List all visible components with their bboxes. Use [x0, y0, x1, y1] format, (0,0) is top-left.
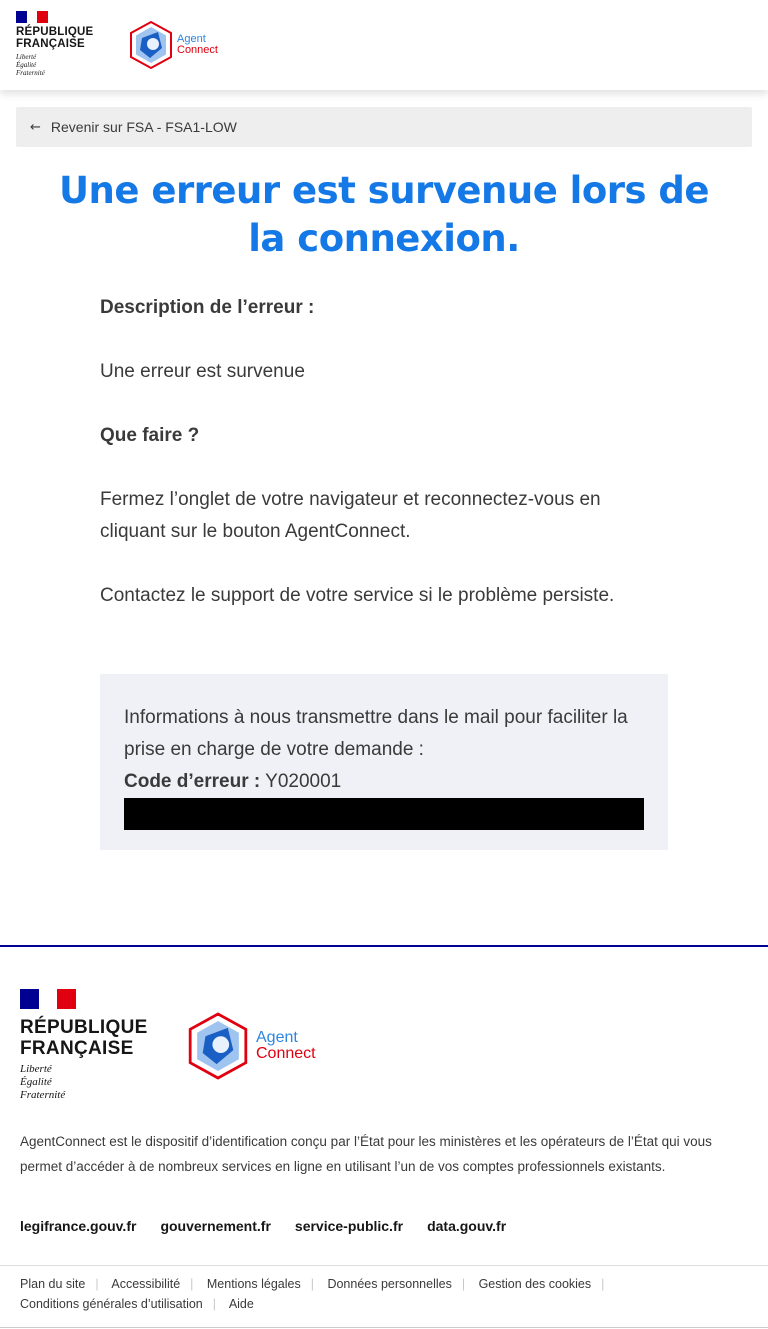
republique-francaise-logo[interactable]: RÉPUBLIQUE FRANÇAISE Liberté Égalité Fra…	[16, 11, 93, 77]
footer-link-accessibilite[interactable]: Accessibilité	[111, 1277, 180, 1291]
footer-divider	[0, 1265, 768, 1266]
footer-republic-motto: Liberté Égalité Fraternité	[20, 1063, 66, 1101]
instruction-contact-support: Contactez le support de votre service si…	[100, 585, 615, 606]
error-code-value: Y020001	[265, 771, 342, 792]
footer-link-donnees-personnelles[interactable]: Données personnelles	[327, 1277, 451, 1291]
footer-republic-name: RÉPUBLIQUE FRANÇAISE	[20, 1017, 148, 1059]
site-header: RÉPUBLIQUE FRANÇAISE Liberté Égalité Fra…	[0, 0, 768, 90]
arrow-left-icon: ←	[30, 119, 41, 135]
page-bottom-border	[0, 1327, 768, 1328]
republic-name: RÉPUBLIQUE FRANÇAISE	[16, 26, 94, 50]
site-footer: RÉPUBLIQUE FRANÇAISE Liberté Égalité Fra…	[0, 945, 768, 1329]
what-to-do-heading: Que faire ?	[100, 425, 200, 446]
agentconnect-wordmark: Agent Connect	[177, 33, 218, 56]
footer-link-data-gouv[interactable]: data.gouv.fr	[427, 1218, 506, 1234]
footer-description: AgentConnect est le dispositif d’identif…	[20, 1134, 712, 1174]
footer-republique-francaise-logo[interactable]: RÉPUBLIQUE FRANÇAISE Liberté Égalité Fra…	[20, 989, 148, 1102]
description-heading: Description de l’erreur :	[100, 297, 315, 318]
footer-link-service-public[interactable]: service-public.fr	[295, 1218, 403, 1234]
back-link-label: Revenir sur FSA - FSA1-LOW	[50, 119, 237, 135]
footer-agentconnect-wordmark: Agent Connect	[256, 1029, 316, 1062]
support-info-box: Informations à nous transmettre dans le …	[100, 674, 668, 850]
footer-link-mentions-legales[interactable]: Mentions légales	[207, 1277, 301, 1291]
error-content: Description de l’erreur : Une erreur est…	[100, 292, 670, 612]
page-title: Une erreur est survenue lors de la conne…	[58, 169, 710, 260]
footer-gov-links: legifrance.gouv.fr gouvernement.fr servi…	[20, 1218, 506, 1234]
french-flag-icon	[20, 989, 77, 1009]
instruction-close-tab: Fermez l’onglet de votre navigateur et r…	[100, 489, 601, 542]
back-to-service-link[interactable]: ← Revenir sur FSA - FSA1-LOW	[16, 107, 752, 147]
footer-link-gestion-cookies[interactable]: Gestion des cookies	[479, 1277, 592, 1291]
footer-link-plan-du-site[interactable]: Plan du site	[20, 1277, 85, 1291]
footer-link-cgu[interactable]: Conditions générales d’utilisation	[20, 1297, 203, 1311]
agentconnect-hexagon-icon	[130, 20, 172, 70]
republic-motto: Liberté Égalité Fraternité	[16, 53, 45, 77]
agentconnect-hexagon-icon	[188, 1012, 248, 1080]
footer-link-legifrance[interactable]: legifrance.gouv.fr	[20, 1218, 136, 1234]
footer-link-aide[interactable]: Aide	[229, 1297, 254, 1311]
error-code-label: Code d’erreur :	[124, 771, 261, 792]
agentconnect-logo[interactable]: Agent Connect	[128, 20, 218, 70]
redacted-block	[124, 798, 644, 830]
error-code-line: Code d’erreur : Y020001	[124, 766, 644, 798]
french-flag-icon	[16, 11, 49, 23]
support-info-intro: Informations à nous transmettre dans le …	[124, 707, 628, 760]
footer-bottom-links: Plan du site | Accessibilité | Mentions lé…	[20, 1277, 605, 1311]
footer-link-gouvernement[interactable]: gouvernement.fr	[160, 1218, 270, 1234]
footer-agentconnect-logo[interactable]: Agent Connect	[186, 1010, 316, 1082]
description-text: Une erreur est survenue	[100, 361, 305, 382]
